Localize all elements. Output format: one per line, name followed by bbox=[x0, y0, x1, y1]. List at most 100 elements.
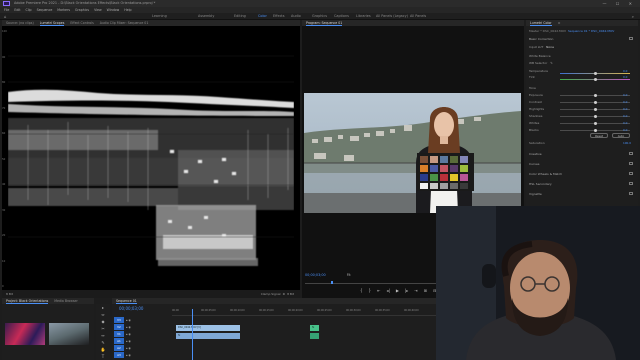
timeline-timecode[interactable]: 00;00;03;00 bbox=[119, 306, 143, 311]
slider-value-tint[interactable]: 0.0 bbox=[623, 75, 627, 79]
slider-track-blacks[interactable] bbox=[560, 129, 630, 132]
workspace-tab-assembly[interactable]: Assembly bbox=[198, 13, 214, 20]
transport-button-4[interactable]: ◂| bbox=[386, 288, 389, 293]
slider-knob-contrast[interactable] bbox=[593, 101, 597, 104]
slider-value-whites[interactable]: 0.0 bbox=[623, 121, 627, 125]
fit-dropdown[interactable]: Fit bbox=[347, 273, 351, 277]
wrench-icon[interactable]: ⚙ bbox=[282, 292, 285, 296]
track-eye-icon[interactable]: ◉ bbox=[128, 325, 130, 329]
track-target-a1[interactable]: A1 bbox=[114, 338, 124, 344]
scope-scale-label: 60 bbox=[2, 132, 6, 135]
transport-button-5[interactable]: ▶ bbox=[396, 288, 399, 293]
eyedropper-icon[interactable]: ✎ bbox=[550, 61, 553, 65]
track-eye-icon[interactable]: ◉ bbox=[128, 353, 130, 357]
program-playhead[interactable] bbox=[331, 281, 333, 284]
track-target-a3[interactable]: A3 bbox=[114, 352, 124, 358]
workspace-tab-graphics[interactable]: Graphics bbox=[312, 13, 327, 20]
slider-value-shadows[interactable]: 0.0 bbox=[623, 114, 627, 118]
track-eye-icon[interactable]: ◉ bbox=[128, 332, 130, 336]
input-lut-dropdown[interactable]: None bbox=[546, 45, 554, 49]
audio-clip-2[interactable] bbox=[310, 333, 319, 339]
timeline-playhead[interactable] bbox=[192, 309, 193, 360]
transport-button-1[interactable]: { bbox=[360, 288, 363, 293]
workspace-tab-libraries[interactable]: Libraries bbox=[356, 13, 371, 20]
transport-button-2[interactable]: } bbox=[369, 288, 372, 293]
slider-value-blacks[interactable]: 0.0 bbox=[623, 128, 627, 132]
slider-knob-highlights[interactable] bbox=[593, 108, 597, 111]
clamp-signal-checkbox[interactable]: Clamp Signal bbox=[261, 292, 281, 296]
track-target-v3[interactable]: V3 bbox=[114, 317, 124, 323]
track-target-a2[interactable]: A2 bbox=[114, 345, 124, 351]
slider-knob-exposure[interactable] bbox=[593, 94, 597, 97]
tool-8-icon[interactable]: T bbox=[96, 353, 110, 360]
track-target-v2[interactable]: V2 bbox=[114, 324, 124, 330]
section-checkbox-hsl-secondary[interactable] bbox=[629, 182, 633, 185]
lumetri-master-tab[interactable]: Master * DSC_0042.MOV bbox=[529, 29, 566, 33]
lumetri-clip-tab[interactable]: Sequence 01 * DSC_0042.MOV bbox=[568, 29, 614, 33]
section-curves[interactable]: Curves bbox=[529, 162, 633, 166]
auto-button[interactable]: Auto bbox=[612, 133, 630, 138]
transport-button-7[interactable]: ⇥ bbox=[414, 288, 417, 293]
slider-track-exposure[interactable] bbox=[560, 94, 630, 97]
section-checkbox-vignette[interactable] bbox=[629, 192, 633, 195]
slider-knob-tint[interactable] bbox=[593, 78, 597, 81]
track-eye-icon[interactable]: ◉ bbox=[128, 339, 130, 343]
section-creative[interactable]: Creative bbox=[529, 152, 633, 156]
saturation-value[interactable]: 100.0 bbox=[623, 141, 631, 145]
project-thumbnail-1[interactable] bbox=[5, 323, 45, 345]
track-eye-icon[interactable]: ◉ bbox=[128, 346, 130, 350]
section-hsl-secondary[interactable]: HSL Secondary bbox=[529, 182, 633, 186]
track-target-v1[interactable]: V1 bbox=[114, 331, 124, 337]
transport-button-3[interactable]: ⇤ bbox=[377, 288, 380, 293]
tool-1-icon[interactable]: ▸ bbox=[96, 304, 110, 311]
reset-button[interactable]: Reset bbox=[590, 133, 608, 138]
input-lut-label: Input LUT bbox=[529, 45, 544, 49]
section-checkbox-creative[interactable] bbox=[629, 152, 633, 155]
slider-knob-temperature[interactable] bbox=[593, 72, 597, 75]
section-basic-correction[interactable]: Basic Correction bbox=[529, 37, 633, 41]
section-basic-checkbox[interactable] bbox=[629, 37, 633, 40]
workspace-tab-audio[interactable]: Audio bbox=[291, 13, 301, 20]
slider-knob-blacks[interactable] bbox=[593, 129, 597, 132]
slider-value-contrast[interactable]: 0.0 bbox=[623, 100, 627, 104]
audio-clip-1[interactable]: fx bbox=[176, 333, 240, 339]
program-timecode[interactable]: 00;00;03;00 bbox=[305, 273, 326, 277]
section-checkbox-color-wheels-match[interactable] bbox=[629, 172, 633, 175]
workspace-tab-effects[interactable]: Effects bbox=[273, 13, 285, 20]
slider-knob-shadows[interactable] bbox=[593, 115, 597, 118]
slider-track-highlights[interactable] bbox=[560, 108, 630, 111]
tool-6-icon[interactable]: ✎ bbox=[96, 339, 110, 346]
slider-knob-whites[interactable] bbox=[593, 122, 597, 125]
transport-button-6[interactable]: |▸ bbox=[405, 288, 408, 293]
workspace-tab-all-panels-legacy[interactable]: All Panels (Legacy) bbox=[376, 13, 408, 20]
bit-depth-right[interactable]: 8 Bit bbox=[287, 292, 294, 296]
track-eye-icon[interactable]: ◉ bbox=[128, 318, 130, 322]
ruler-label: 00;00;30;00 bbox=[346, 309, 361, 312]
video-clip-2[interactable]: fx bbox=[310, 325, 319, 331]
workspace-tab-learning[interactable]: Learning bbox=[152, 13, 167, 20]
project-thumbnail-2[interactable] bbox=[49, 323, 89, 345]
slider-value-exposure[interactable]: 0.0 bbox=[623, 93, 627, 97]
video-clip-1[interactable]: DSC_0042.MOV [V] bbox=[176, 325, 240, 331]
workspace-tab-editing[interactable]: Editing bbox=[234, 13, 246, 20]
program-video-frame[interactable] bbox=[304, 93, 521, 213]
section-checkbox-curves[interactable] bbox=[629, 162, 633, 165]
transport-button-8[interactable]: ⊞ bbox=[424, 288, 427, 293]
tool-4-icon[interactable]: ✂ bbox=[96, 325, 110, 332]
tool-5-icon[interactable]: ↔ bbox=[96, 332, 110, 339]
slider-value-highlights[interactable]: 0.0 bbox=[623, 107, 627, 111]
section-vignette[interactable]: Vignette bbox=[529, 192, 633, 196]
slider-track-whites[interactable] bbox=[560, 122, 630, 125]
home-icon[interactable]: ⌂ bbox=[4, 14, 7, 19]
section-color-wheels-match[interactable]: Color Wheels & Match bbox=[529, 172, 633, 176]
search-icon[interactable]: ⌕ bbox=[632, 14, 634, 19]
slider-track-contrast[interactable] bbox=[560, 101, 630, 104]
slider-value-temperature[interactable]: 0.0 bbox=[623, 69, 627, 73]
tool-3-icon[interactable]: ◆ bbox=[96, 318, 110, 325]
window-controls[interactable]: — ☐ ✕ bbox=[603, 0, 636, 7]
workspace-tab-all-panels[interactable]: All Panels bbox=[410, 13, 426, 20]
workspace-tab-captions[interactable]: Captions bbox=[334, 13, 349, 20]
tool-7-icon[interactable]: ✋ bbox=[96, 346, 110, 353]
slider-track-shadows[interactable] bbox=[560, 115, 630, 118]
tool-2-icon[interactable]: ⇔ bbox=[96, 311, 110, 318]
